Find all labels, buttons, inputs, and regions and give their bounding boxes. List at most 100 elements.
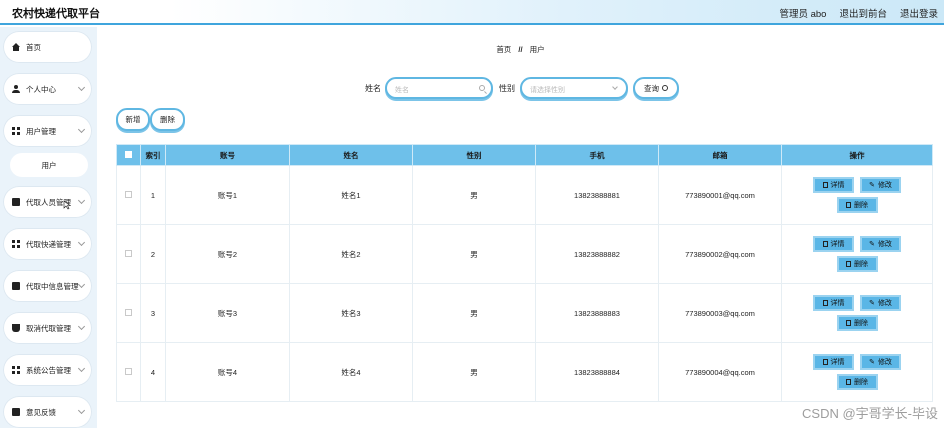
chevron-down-icon xyxy=(77,238,86,247)
detail-button[interactable]: 详情 xyxy=(813,177,854,193)
row-checkbox[interactable] xyxy=(125,190,132,198)
sidebar-item-label: 个人中心 xyxy=(26,84,56,94)
phone-cell: 13823888881 xyxy=(535,165,659,225)
sidebar-item-feedback[interactable]: 意见反馈 xyxy=(3,396,92,428)
top-bar: 农村快递代取平台 管理员 abo 退出到前台 退出登录 xyxy=(0,0,944,25)
edit-button[interactable]: ✎ 修改 xyxy=(860,177,901,193)
name-search-input[interactable]: 姓名 xyxy=(385,77,493,99)
trash-icon xyxy=(846,202,851,208)
grid-icon xyxy=(12,127,20,135)
row-select-cell[interactable] xyxy=(116,165,141,225)
index-cell: 4 xyxy=(140,342,166,402)
watermark: CSDN @宇哥学长-毕设 xyxy=(802,406,938,421)
row-select-cell[interactable] xyxy=(116,224,141,284)
column-header: 账号 xyxy=(165,144,290,166)
pencil-icon: ✎ xyxy=(869,241,875,248)
chevron-down-icon xyxy=(77,83,86,92)
row-checkbox[interactable] xyxy=(125,308,132,316)
detail-button[interactable]: 详情 xyxy=(813,354,854,370)
account-cell: 账号4 xyxy=(165,342,290,402)
table-row: 4 账号4 姓名4 男 13823888884 773890004@qq.com… xyxy=(116,342,933,402)
sidebar-item-home[interactable]: 首页 xyxy=(3,31,92,63)
detail-button[interactable]: 详情 xyxy=(813,295,854,311)
gender-select[interactable]: 请选择性别 xyxy=(520,77,628,99)
row-delete-button[interactable]: 删除 xyxy=(836,374,878,390)
chevron-down-icon xyxy=(612,84,618,90)
chevron-down-icon xyxy=(77,196,86,205)
row-delete-button[interactable]: 删除 xyxy=(836,315,878,331)
operations-cell: 详情 ✎ 修改 删除 xyxy=(781,283,933,343)
row-checkbox[interactable] xyxy=(125,249,132,257)
delete-button[interactable]: 删除 xyxy=(150,108,185,131)
row-select-cell[interactable] xyxy=(116,283,141,343)
select-all-cell[interactable] xyxy=(116,144,141,166)
name-cell: 姓名2 xyxy=(289,224,413,284)
add-button[interactable]: 新增 xyxy=(116,108,150,131)
back-to-front-link[interactable]: 退出到前台 xyxy=(839,6,887,20)
edit-button[interactable]: ✎ 修改 xyxy=(860,354,901,370)
operations-cell: 详情 ✎ 修改 删除 xyxy=(781,165,933,225)
pencil-icon: ✎ xyxy=(869,300,875,307)
email-cell: 773890004@qq.com xyxy=(658,342,782,402)
email-cell: 773890003@qq.com xyxy=(658,283,782,343)
row-checkbox[interactable] xyxy=(125,367,132,375)
document-icon xyxy=(822,300,828,306)
column-header: 性别 xyxy=(412,144,536,166)
box-icon xyxy=(12,408,20,416)
edit-button[interactable]: ✎ 修改 xyxy=(860,295,901,311)
query-button[interactable]: 查询 xyxy=(633,77,679,99)
index-cell: 2 xyxy=(140,224,166,284)
column-header: 操作 xyxy=(781,144,933,166)
user-icon xyxy=(12,85,20,93)
name-cell: 姓名1 xyxy=(289,165,413,225)
row-select-cell[interactable] xyxy=(116,342,141,402)
pencil-icon: ✎ xyxy=(869,182,875,189)
gender-cell: 男 xyxy=(412,224,536,284)
chevron-down-icon xyxy=(77,280,86,289)
search-icon xyxy=(479,85,485,91)
grid-icon xyxy=(12,240,20,248)
operations-cell: 详情 ✎ 修改 删除 xyxy=(781,342,933,402)
email-cell: 773890002@qq.com xyxy=(658,224,782,284)
sidebar-item-label: 首页 xyxy=(26,42,41,52)
main-content: 首页 // 用户 姓名 姓名 性别 请选择性别 查询 新增 删除 索引 账号 姓… xyxy=(97,27,944,428)
gender-cell: 男 xyxy=(412,165,536,225)
detail-button[interactable]: 详情 xyxy=(813,236,854,252)
sidebar-item-notice-management[interactable]: 系统公告管理 xyxy=(3,354,92,386)
trash-icon xyxy=(846,379,851,385)
sidebar-item-inprogress-management[interactable]: 代取中信息管理 xyxy=(3,270,92,302)
pencil-icon: ✎ xyxy=(869,359,875,366)
column-header: 姓名 xyxy=(289,144,413,166)
operations-cell: 详情 ✎ 修改 删除 xyxy=(781,224,933,284)
sidebar-item-courier-management[interactable]: 代取人员管理 xyxy=(3,186,92,218)
table-row: 3 账号3 姓名3 男 13823888883 773890003@qq.com… xyxy=(116,283,933,343)
chevron-down-icon xyxy=(77,125,86,134)
app-title: 农村快递代取平台 xyxy=(12,8,100,20)
chevron-down-icon xyxy=(77,406,86,415)
sidebar-item-profile[interactable]: 个人中心 xyxy=(3,73,92,105)
index-cell: 1 xyxy=(140,165,166,225)
name-cell: 姓名4 xyxy=(289,342,413,402)
row-delete-button[interactable]: 删除 xyxy=(836,197,878,213)
chevron-down-icon xyxy=(77,364,86,373)
sidebar-item-cancel-management[interactable]: 取消代取管理 xyxy=(3,312,92,344)
gender-cell: 男 xyxy=(412,342,536,402)
top-right-links: 管理员 abo 退出到前台 退出登录 xyxy=(779,6,938,20)
sidebar-subitem-user[interactable]: 用户 xyxy=(10,153,88,177)
breadcrumb-current: 用户 xyxy=(529,45,545,54)
breadcrumb-home[interactable]: 首页 xyxy=(496,45,511,54)
gender-label: 性别 xyxy=(499,84,515,93)
row-delete-button[interactable]: 删除 xyxy=(836,256,878,272)
table-header-row: 索引 账号 姓名 性别 手机 邮箱 操作 xyxy=(116,144,933,166)
logout-link[interactable]: 退出登录 xyxy=(900,6,938,20)
table-row: 1 账号1 姓名1 男 13823888881 773890001@qq.com… xyxy=(116,165,933,225)
select-all-checkbox[interactable] xyxy=(125,150,132,158)
sidebar-item-package-management[interactable]: 代取快递管理 xyxy=(3,228,92,260)
breadcrumb-separator: // xyxy=(518,45,523,54)
breadcrumb: 首页 // 用户 xyxy=(97,44,944,55)
edit-button[interactable]: ✎ 修改 xyxy=(860,236,901,252)
sidebar-item-user-management[interactable]: 用户管理 xyxy=(3,115,92,147)
sidebar-item-label: 取消代取管理 xyxy=(26,323,71,333)
user-table: 索引 账号 姓名 性别 手机 邮箱 操作 1 账号1 姓名1 男 1382388… xyxy=(116,144,933,402)
account-cell: 账号1 xyxy=(165,165,290,225)
